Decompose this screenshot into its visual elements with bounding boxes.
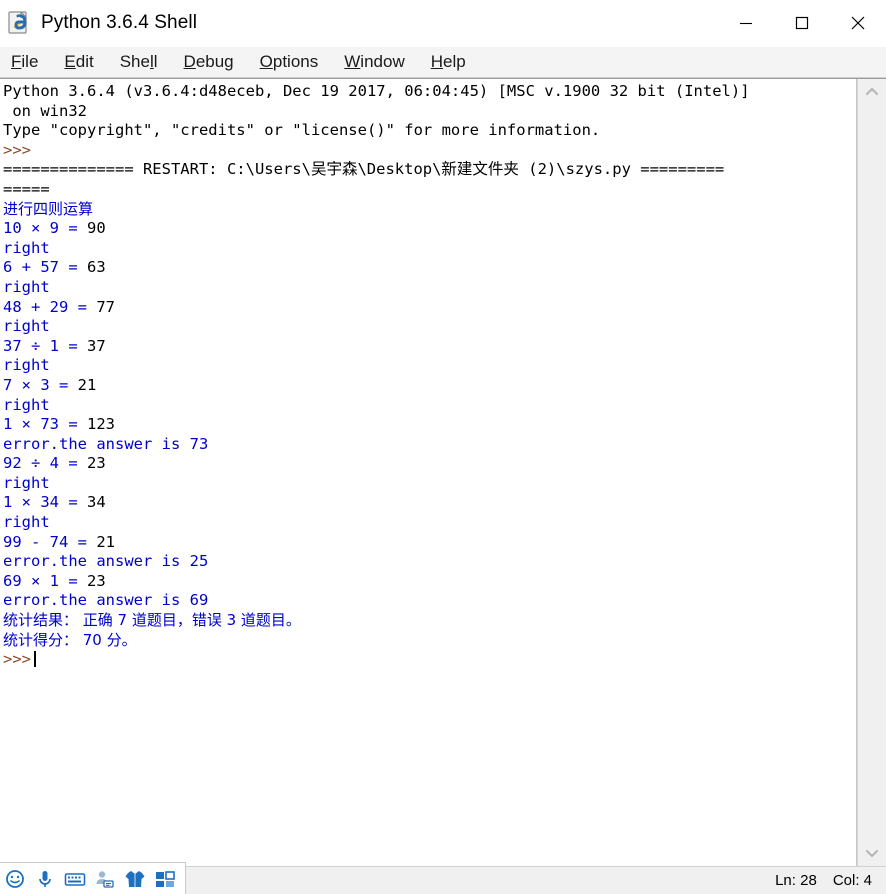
keyboard-icon[interactable] bbox=[60, 864, 90, 894]
restart-line: ============== RESTART: C:\Users\吴宇森\Des… bbox=[3, 160, 725, 179]
menu-item-options[interactable]: Options bbox=[258, 51, 321, 73]
banner-line-3: Type "copyright", "credits" or "license(… bbox=[3, 121, 601, 140]
scroll-up-arrow[interactable] bbox=[858, 79, 886, 105]
idle-shell-window: Python 3.6.4 Shell File Edit Shell Debug… bbox=[0, 0, 886, 894]
window-title: Python 3.6.4 Shell bbox=[41, 12, 198, 33]
prompt-line-2[interactable]: >>> bbox=[3, 650, 856, 670]
shell-body: Python 3.6.4 (v3.6.4:d48eceb, Dec 19 201… bbox=[0, 78, 886, 866]
quiz-question-5: 7 × 3 = 21 bbox=[3, 375, 97, 394]
quiz-result-1: right bbox=[3, 238, 50, 257]
quiz-question-9: 99 - 74 = 21 bbox=[3, 532, 115, 551]
summary-result-line: 统计结果： 正确 7 道题目，错误 3 道题目。 bbox=[3, 611, 301, 630]
quiz-question-8: 1 × 34 = 34 bbox=[3, 493, 106, 512]
text-caret bbox=[34, 651, 36, 668]
menu-item-shell[interactable]: Shell bbox=[118, 51, 160, 73]
microphone-icon[interactable] bbox=[30, 864, 60, 894]
quiz-result-6: error.the answer is 73 bbox=[3, 434, 209, 453]
quiz-question-6: 1 × 73 = 123 bbox=[3, 415, 115, 434]
minimize-button[interactable] bbox=[718, 0, 774, 46]
python-idle-icon bbox=[7, 10, 33, 36]
quiz-result-8: right bbox=[3, 513, 50, 532]
title-bar: Python 3.6.4 Shell bbox=[0, 0, 886, 47]
window-controls bbox=[718, 0, 886, 46]
menu-item-file[interactable]: File bbox=[9, 51, 40, 73]
quiz-result-9: error.the answer is 25 bbox=[3, 552, 209, 571]
status-column-number: Col: 4 bbox=[832, 872, 872, 889]
vertical-scrollbar[interactable] bbox=[857, 79, 886, 866]
menu-item-debug[interactable]: Debug bbox=[182, 51, 236, 73]
quiz-question-1: 10 × 9 = 90 bbox=[3, 219, 106, 238]
quiz-question-3: 48 + 29 = 77 bbox=[3, 297, 115, 316]
quiz-question-4: 37 ÷ 1 = 37 bbox=[3, 336, 106, 355]
scrollbar-track[interactable] bbox=[858, 105, 886, 840]
scroll-down-arrow[interactable] bbox=[858, 840, 886, 866]
quiz-question-2: 6 + 57 = 63 bbox=[3, 258, 106, 277]
quiz-result-5: right bbox=[3, 395, 50, 414]
quiz-result-10: error.the answer is 69 bbox=[3, 591, 209, 610]
ime-toolbar bbox=[0, 862, 186, 894]
menu-item-help[interactable]: Help bbox=[429, 51, 468, 73]
restart-line-wrap: ===== bbox=[3, 179, 50, 198]
console-output: Python 3.6.4 (v3.6.4:d48eceb, Dec 19 201… bbox=[3, 82, 856, 670]
menu-bar: File Edit Shell Debug Options Window Hel… bbox=[0, 47, 886, 78]
quiz-question-10: 69 × 1 = 23 bbox=[3, 571, 106, 590]
quiz-result-4: right bbox=[3, 356, 50, 375]
quiz-header: 进行四则运算 bbox=[3, 199, 94, 218]
person-card-icon[interactable] bbox=[90, 864, 120, 894]
summary-score-line: 统计得分： 70 分。 bbox=[3, 630, 137, 649]
quiz-result-3: right bbox=[3, 317, 50, 336]
app-grid-icon[interactable] bbox=[150, 864, 180, 894]
smiley-icon[interactable] bbox=[0, 864, 30, 894]
prompt-line-1: >>> bbox=[3, 140, 31, 159]
shell-text-area[interactable]: Python 3.6.4 (v3.6.4:d48eceb, Dec 19 201… bbox=[0, 79, 857, 866]
banner-line-1: Python 3.6.4 (v3.6.4:d48eceb, Dec 19 201… bbox=[3, 82, 750, 100]
status-line-number: Ln: 28 bbox=[775, 872, 817, 889]
quiz-result-2: right bbox=[3, 277, 50, 296]
shirt-icon[interactable] bbox=[120, 864, 150, 894]
close-button[interactable] bbox=[830, 0, 886, 46]
menu-item-window[interactable]: Window bbox=[342, 51, 406, 73]
banner-line-2: on win32 bbox=[3, 101, 87, 120]
quiz-question-7: 92 ÷ 4 = 23 bbox=[3, 454, 106, 473]
quiz-result-7: right bbox=[3, 473, 50, 492]
maximize-button[interactable] bbox=[774, 0, 830, 46]
menu-item-edit[interactable]: Edit bbox=[62, 51, 95, 73]
